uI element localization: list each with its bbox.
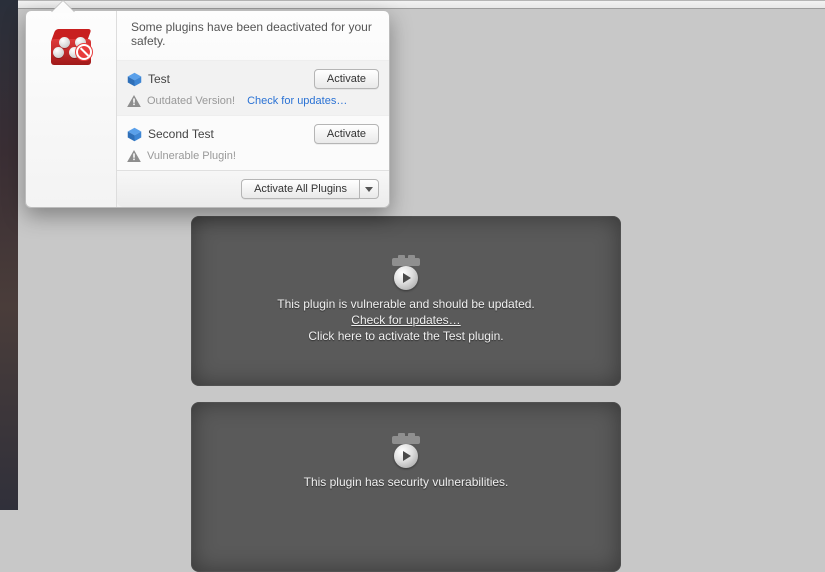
popover-footer: Activate All Plugins (117, 170, 389, 207)
plugin-icon (127, 72, 142, 87)
warning-icon (127, 150, 141, 162)
activate-button[interactable]: Activate (314, 69, 379, 89)
activate-button[interactable]: Activate (314, 124, 379, 144)
popover-message: Some plugins have been deactivated for y… (117, 11, 389, 60)
activate-all-dropdown[interactable] (359, 179, 379, 199)
placeholder-activate-hint: Click here to activate the Test plugin. (191, 328, 621, 344)
check-updates-link[interactable]: Check for updates… (247, 95, 347, 107)
placeholder-warning-text: This plugin has security vulnerabilities… (191, 474, 621, 490)
warning-icon (127, 95, 141, 107)
plugin-popover: Some plugins have been deactivated for y… (25, 10, 390, 208)
chevron-down-icon (365, 187, 373, 192)
plugin-blocked-icon (47, 25, 95, 69)
plugin-status-text: Vulnerable Plugin! (147, 150, 236, 162)
plugin-name: Second Test (148, 127, 314, 141)
plugin-row: Test Activate Outdated Version! Check fo… (117, 60, 389, 115)
activate-all-button[interactable]: Activate All Plugins (241, 179, 359, 199)
blocked-plugin-icon (388, 436, 424, 468)
placeholder-warning-text: This plugin is vulnerable and should be … (191, 296, 621, 312)
toolbar (18, 1, 825, 9)
desktop-background (0, 0, 18, 510)
popover-arrow (51, 1, 75, 13)
plugin-placeholder[interactable]: This plugin is vulnerable and should be … (191, 216, 621, 386)
blocked-plugin-icon (388, 258, 424, 290)
plugin-status-text: Outdated Version! (147, 95, 235, 107)
plugin-icon (127, 127, 142, 142)
plugin-row: Second Test Activate Vulnerable Plugin! (117, 115, 389, 170)
plugin-placeholder[interactable]: This plugin has security vulnerabilities… (191, 402, 621, 572)
placeholder-update-link[interactable]: Check for updates… (351, 313, 460, 327)
plugin-name: Test (148, 72, 314, 86)
